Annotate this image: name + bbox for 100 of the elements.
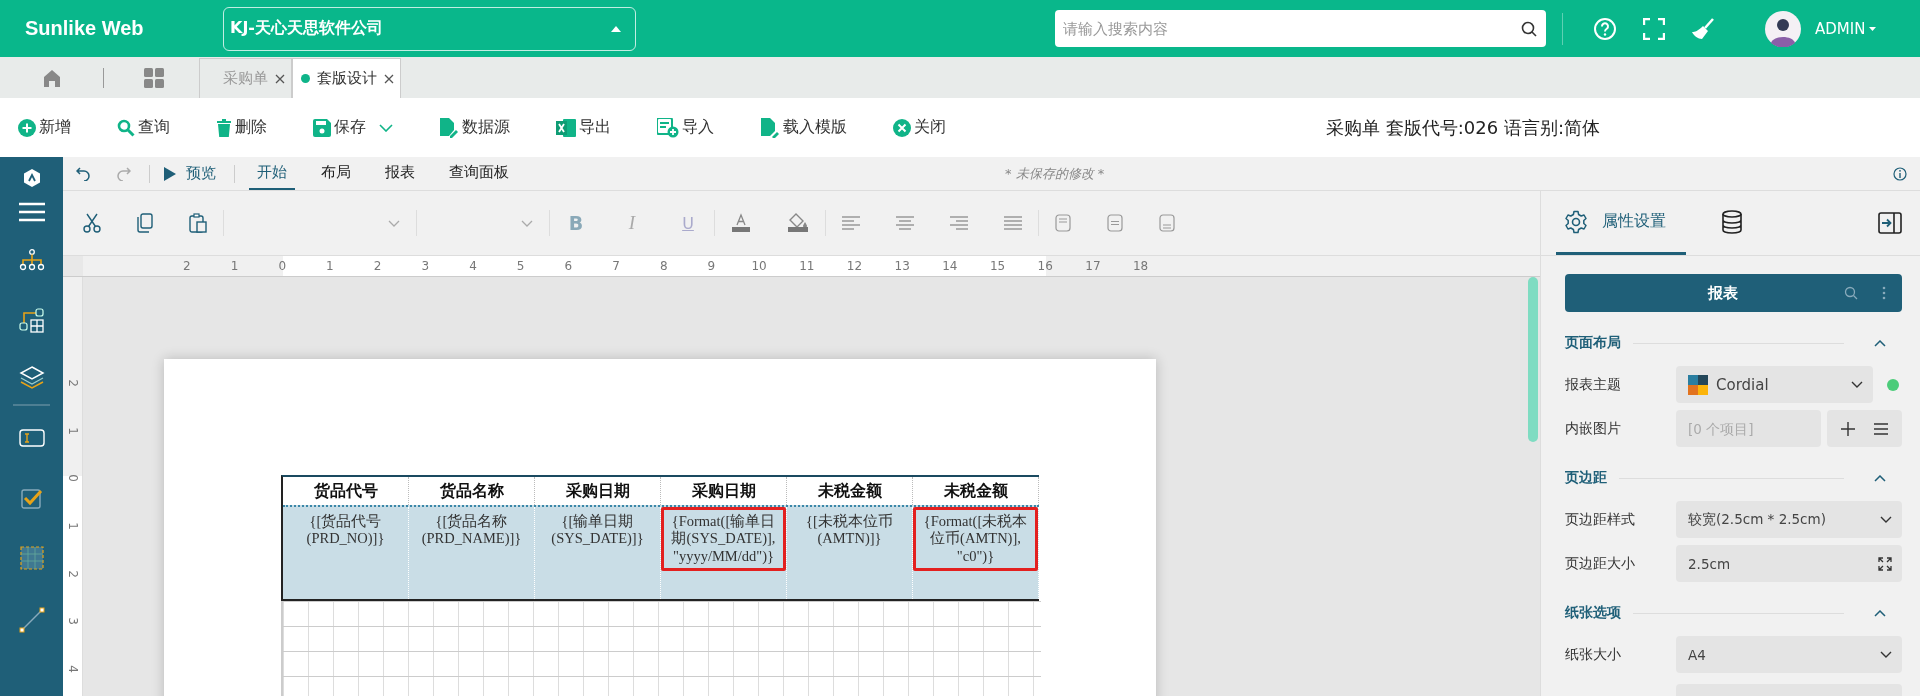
- collapse-panel-icon[interactable]: [1878, 212, 1902, 234]
- ribbon-tab[interactable]: 布局: [313, 157, 359, 190]
- document-icon: [760, 117, 780, 138]
- expand-icon: [1878, 556, 1892, 571]
- spreadsheet-icon: [556, 117, 576, 138]
- chevron-up-icon[interactable]: [1874, 474, 1886, 482]
- line-icon[interactable]: [18, 607, 45, 633]
- home-icon[interactable]: [43, 68, 61, 87]
- close-icon[interactable]: [275, 73, 285, 84]
- field-expression[interactable]: {[货品代号(PRD_NO)]}: [283, 507, 408, 554]
- toolbar-button[interactable]: 查询: [117, 117, 170, 138]
- undo-icon[interactable]: [76, 166, 90, 181]
- copy-icon[interactable]: [137, 213, 153, 233]
- chevron-down-icon: [388, 219, 400, 227]
- hierarchy-icon[interactable]: [18, 249, 45, 271]
- panel-tab[interactable]: 属性设置: [1556, 191, 1686, 255]
- search-field[interactable]: 请输入搜索内容: [1055, 10, 1546, 47]
- field-label: 页边距样式: [1565, 510, 1636, 529]
- checkbox-icon[interactable]: [20, 487, 43, 509]
- search-icon: [117, 118, 135, 137]
- theme-swatch-icon: [1688, 374, 1708, 395]
- vertical-align-icon[interactable]: [1055, 214, 1071, 232]
- settings-icon: [1564, 209, 1588, 234]
- field-expression[interactable]: {Format([输单日期(SYS_DATE)], "yyyy/MM/dd")}: [661, 507, 786, 572]
- add-icon[interactable]: [1840, 421, 1855, 436]
- fill-color-icon[interactable]: [787, 213, 809, 233]
- search-icon: [1521, 21, 1537, 37]
- layers-icon[interactable]: [18, 366, 45, 390]
- more-icon[interactable]: [1882, 286, 1886, 300]
- ribbon-tab[interactable]: 开始: [249, 157, 295, 190]
- field-expression[interactable]: {[货品名称(PRD_NAME)]}: [409, 507, 534, 554]
- toolbar-button[interactable]: 关闭: [893, 117, 946, 138]
- field-expression[interactable]: {[输单日期(SYS_DATE)]}: [535, 507, 660, 554]
- status-dot-icon: [1887, 378, 1899, 391]
- info-icon[interactable]: [1893, 166, 1907, 181]
- field-expression[interactable]: {[未税本位币(AMTN)]}: [787, 507, 912, 554]
- close-icon: [893, 118, 911, 137]
- select-field[interactable]: 较宽(2.5cm * 2.5cm): [1676, 501, 1902, 538]
- avatar-icon[interactable]: [1765, 10, 1801, 47]
- document-title: 采购单 套版代号:026 语言别:简体: [1326, 115, 1600, 140]
- chevron-up-icon[interactable]: [1874, 609, 1886, 617]
- search-icon[interactable]: [1844, 286, 1858, 300]
- field-label: 内嵌图片: [1565, 419, 1622, 438]
- play-icon: [164, 166, 176, 181]
- app-logo: Sunlike Web: [24, 17, 145, 40]
- scrollbar-thumb[interactable]: [1528, 277, 1538, 442]
- caret-icon: [611, 25, 621, 32]
- toolbar-button[interactable]: 数据源: [439, 117, 510, 138]
- caret-icon: [1869, 26, 1877, 31]
- grid-icon[interactable]: [144, 67, 164, 88]
- toolbar-button[interactable]: 删除: [216, 117, 267, 138]
- close-icon[interactable]: [384, 73, 394, 84]
- unsaved-status: * 未保存的修改 *: [1005, 164, 1105, 183]
- font-color-icon[interactable]: [731, 213, 751, 233]
- text-field-icon[interactable]: [18, 429, 45, 447]
- active-dot-icon: [301, 74, 310, 83]
- object-selector[interactable]: 报表: [1565, 274, 1902, 312]
- vertical-align-icon[interactable]: [1107, 214, 1123, 232]
- menu-icon[interactable]: [18, 202, 45, 222]
- field-label: 页边距大小: [1565, 554, 1636, 573]
- collection-field[interactable]: [0 个项目]: [1676, 410, 1821, 447]
- list-icon[interactable]: [1874, 422, 1889, 435]
- document-edit-icon: [439, 117, 459, 138]
- import-icon: [657, 117, 679, 138]
- help-icon[interactable]: [1593, 16, 1617, 41]
- database-icon: [1722, 209, 1742, 234]
- add-icon: [18, 118, 36, 137]
- preview-button[interactable]: 预览: [164, 164, 216, 183]
- page-tab[interactable]: 套版设计: [292, 58, 401, 98]
- components-icon[interactable]: [18, 308, 45, 334]
- ribbon-tab[interactable]: 报表: [377, 157, 423, 190]
- toolbar-button[interactable]: 导出: [556, 117, 611, 138]
- chevron-up-icon[interactable]: [1874, 339, 1886, 347]
- table-icon[interactable]: [18, 545, 45, 571]
- trash-icon: [216, 118, 232, 137]
- toolbar-button[interactable]: 载入模版: [760, 117, 847, 138]
- chevron-down-icon: [1880, 651, 1892, 658]
- broom-icon[interactable]: [1691, 17, 1715, 40]
- scissors-icon[interactable]: [83, 213, 101, 233]
- chevron-down-icon[interactable]: [379, 123, 393, 132]
- field-label: 纸张大小: [1565, 645, 1622, 664]
- save-icon: [313, 118, 331, 137]
- chevron-down-icon: [1880, 516, 1892, 523]
- redo-icon[interactable]: [117, 166, 131, 181]
- section-title: 页面布局: [1565, 334, 1621, 352]
- toolbar-button[interactable]: 导入: [657, 117, 714, 138]
- toolbar-button[interactable]: 新增: [18, 117, 71, 138]
- fullscreen-icon[interactable]: [1643, 17, 1665, 40]
- field-expression[interactable]: {Format([未税本位币(AMTN)], "c0")}: [913, 507, 1038, 572]
- size-field[interactable]: 2.5cm: [1676, 545, 1902, 582]
- theme-select[interactable]: Cordial: [1676, 366, 1873, 403]
- paste-icon[interactable]: [189, 213, 207, 233]
- select-field[interactable]: A4: [1676, 636, 1902, 673]
- ribbon-tab[interactable]: 查询面板: [441, 157, 517, 190]
- vertical-align-icon[interactable]: [1159, 214, 1175, 232]
- chevron-down-icon: [1851, 381, 1863, 388]
- logo-icon[interactable]: [22, 169, 41, 187]
- toolbar-button[interactable]: 保存: [313, 117, 393, 138]
- field-label: 报表主题: [1565, 375, 1622, 394]
- chevron-down-icon: [521, 219, 533, 227]
